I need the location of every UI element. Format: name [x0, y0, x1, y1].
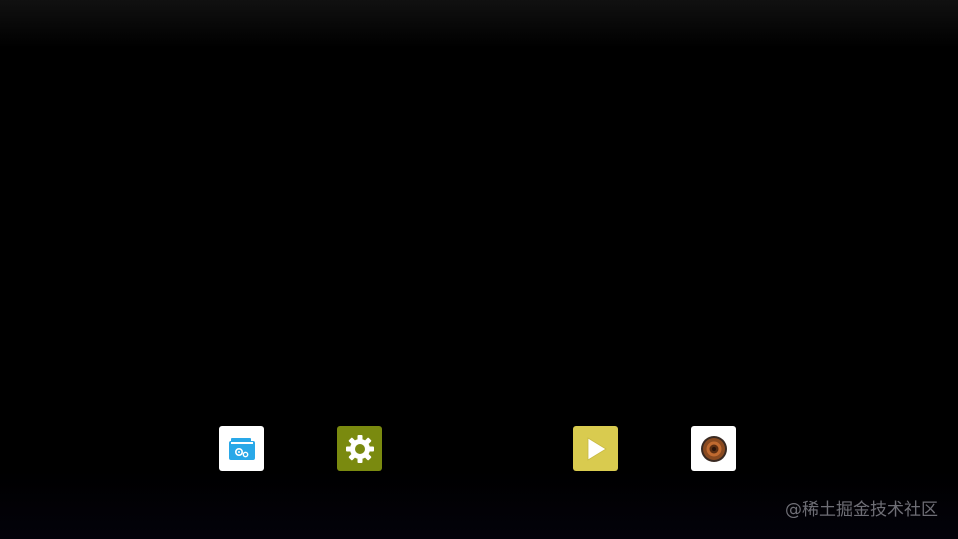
- watermark-text: @稀土掘金技术社区: [785, 500, 938, 520]
- file-manager-app-icon[interactable]: [219, 426, 264, 471]
- play-icon: [587, 436, 607, 461]
- file-manager-icon: [228, 437, 255, 460]
- settings-app-icon[interactable]: [337, 426, 382, 471]
- music-player-app-icon[interactable]: [691, 426, 736, 471]
- speaker-icon: [700, 435, 727, 462]
- gear-icon: [345, 434, 374, 463]
- video-player-app-icon[interactable]: [573, 426, 618, 471]
- desktop-screen: @稀土掘金技术社区: [0, 0, 958, 539]
